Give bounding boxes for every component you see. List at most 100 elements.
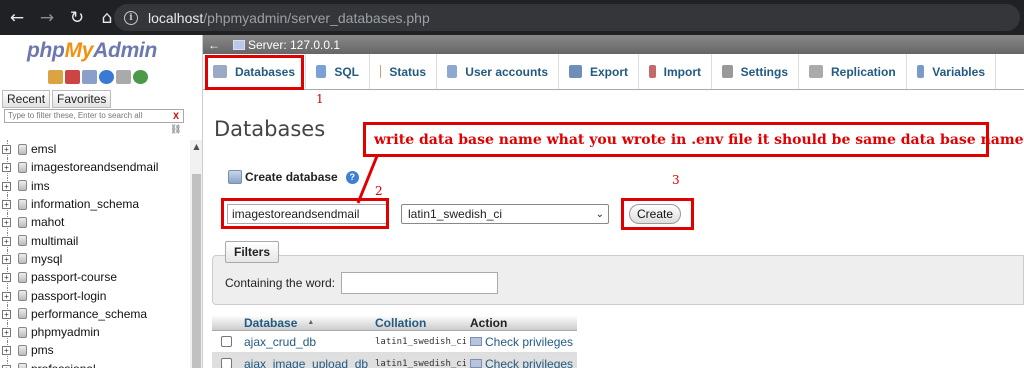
clear-filter-icon[interactable]: X [173, 110, 179, 122]
tab-status[interactable]: Status [370, 54, 437, 89]
sidebar-db-item[interactable]: + information_schema [0, 195, 190, 214]
sidebar-db-label[interactable]: pms [31, 343, 54, 357]
phpmyadmin-logo[interactable]: phpMyAdmin [27, 39, 157, 63]
sql-query-icon[interactable] [82, 70, 97, 84]
table-row: ajax_crud_db latin1_swedish_ci Check privi… [212, 331, 577, 353]
sidebar-db-label[interactable]: professional [31, 362, 96, 368]
sidebar-db-item[interactable]: + passport-course [0, 268, 190, 287]
tree-expander[interactable]: + [2, 140, 14, 159]
database-name-link[interactable]: ajax_image_upload_db [240, 357, 371, 368]
collapse-panel-icon[interactable]: ← [203, 38, 225, 52]
sidebar-db-label[interactable]: mahot [31, 215, 64, 229]
browser-toolbar: ← → ↻ ⌂ i localhost/phpmyadmin/server_da… [0, 0, 1024, 35]
tree-expander[interactable]: + [2, 231, 14, 250]
database-filter-input[interactable]: Type to filter these, Enter to search al… [4, 109, 184, 123]
sidebar-db-label[interactable]: emsl [31, 142, 56, 156]
tab-export[interactable]: Export [559, 54, 639, 89]
row-checkbox[interactable] [221, 336, 232, 347]
info-icon[interactable]: i [124, 10, 138, 25]
reload-icon[interactable]: ↻ [64, 5, 90, 31]
forward-arrow-icon[interactable]: → [34, 5, 60, 31]
tree-expander[interactable]: + [2, 268, 14, 287]
scroll-up-icon[interactable]: ▲ [190, 142, 202, 151]
sidebar-db-label[interactable]: performance_schema [31, 307, 147, 321]
tree-expander[interactable]: + [2, 286, 14, 305]
database-icon [18, 198, 27, 210]
tree-expander[interactable]: + [2, 158, 14, 177]
sidebar-db-item[interactable]: + mysql [0, 249, 190, 268]
collation-column-header[interactable]: Collation [371, 315, 466, 330]
annotation-number-3: 3 [672, 173, 680, 187]
database-tree: + emsl + imagestoreandsendmail + ims + informat… [0, 140, 190, 368]
refresh-icon[interactable] [133, 70, 148, 84]
tab-import[interactable]: Import [639, 54, 712, 89]
check-privileges-link[interactable]: Check privileges [466, 357, 577, 368]
database-name-link[interactable]: ajax_crud_db [240, 335, 371, 349]
back-arrow-icon[interactable]: ← [4, 5, 30, 31]
scrollbar-thumb[interactable] [192, 174, 201, 368]
tree-expander[interactable]: + [2, 176, 14, 195]
tab-recent[interactable]: Recent [2, 90, 51, 108]
tab-user-accounts[interactable]: User accounts [437, 54, 559, 89]
expand-plus-icon[interactable]: + [2, 309, 11, 319]
tab-settings[interactable]: Settings [712, 54, 799, 89]
link-chain-icon[interactable]: ⛓ [170, 125, 181, 135]
databases-table: Database ▲ Collation Action ajax_crud_db l… [212, 315, 577, 368]
check-privileges-link[interactable]: Check privileges [466, 335, 577, 349]
sidebar-db-item[interactable]: + performance_schema [0, 304, 190, 323]
sort-asc-icon[interactable]: ▲ [307, 319, 314, 326]
database-icon [18, 143, 27, 155]
sidebar-db-label[interactable]: phpmyadmin [31, 325, 100, 339]
help-icon[interactable] [99, 70, 114, 84]
tab-variables[interactable]: Variables [907, 54, 996, 89]
expand-plus-icon[interactable]: + [2, 200, 11, 210]
tab-sql[interactable]: SQL [306, 54, 370, 89]
server-label[interactable]: Server: 127.0.0.1 [248, 38, 340, 52]
sidebar-db-item[interactable]: + emsl [0, 140, 190, 159]
sidebar-db-item[interactable]: + phpmyadmin [0, 323, 190, 342]
logout-icon[interactable] [65, 70, 80, 84]
tab-replication[interactable]: Replication [799, 54, 907, 89]
sidebar-db-label[interactable]: passport-course [31, 270, 117, 284]
tree-expander[interactable]: + [2, 341, 14, 360]
expand-plus-icon[interactable]: + [2, 218, 11, 228]
gear-icon[interactable] [116, 70, 131, 84]
tree-expander[interactable]: + [2, 195, 14, 214]
tree-expander[interactable]: + [2, 323, 14, 342]
sidebar-db-label[interactable]: information_schema [31, 197, 139, 211]
sidebar-db-label[interactable]: passport-login [31, 289, 106, 303]
containing-word-input[interactable] [341, 272, 498, 294]
sidebar-db-item[interactable]: + passport-login [0, 286, 190, 305]
sidebar-db-label[interactable]: ims [31, 179, 50, 193]
database-column-header[interactable]: Database ▲ [240, 315, 371, 330]
tab-favorites[interactable]: Favorites [52, 90, 112, 108]
tree-expander[interactable]: + [2, 359, 14, 368]
expand-plus-icon[interactable]: + [2, 346, 11, 356]
expand-plus-icon[interactable]: + [2, 236, 11, 246]
sidebar-db-item[interactable]: + ims [0, 176, 190, 195]
sidebar-db-label[interactable]: multimail [31, 234, 78, 248]
expand-plus-icon[interactable]: + [2, 145, 11, 155]
expand-plus-icon[interactable]: + [2, 254, 11, 264]
tree-expander[interactable]: + [2, 213, 14, 232]
sidebar-db-item[interactable]: + imagestoreandsendmail [0, 158, 190, 177]
sidebar-db-item[interactable]: + multimail [0, 231, 190, 250]
sidebar-db-label[interactable]: imagestoreandsendmail [31, 160, 158, 174]
sidebar-scrollbar[interactable]: ▲ [190, 140, 202, 368]
collation-select[interactable]: latin1_swedish_ci ⌄ [401, 204, 609, 224]
database-icon [18, 344, 27, 356]
sidebar-db-item[interactable]: + mahot [0, 213, 190, 232]
tree-expander[interactable]: + [2, 304, 14, 323]
row-checkbox[interactable] [221, 358, 232, 368]
sidebar-db-item[interactable]: + pms [0, 341, 190, 360]
home-icon[interactable] [48, 70, 63, 84]
expand-plus-icon[interactable]: + [2, 163, 11, 173]
sidebar-db-item[interactable]: + professional [0, 359, 190, 368]
expand-plus-icon[interactable]: + [2, 328, 11, 338]
expand-plus-icon[interactable]: + [2, 181, 11, 191]
expand-plus-icon[interactable]: + [2, 291, 11, 301]
tree-expander[interactable]: + [2, 249, 14, 268]
address-bar[interactable]: i localhost/phpmyadmin/server_databases.… [114, 4, 1020, 31]
expand-plus-icon[interactable]: + [2, 273, 11, 283]
sidebar-db-label[interactable]: mysql [31, 252, 62, 266]
